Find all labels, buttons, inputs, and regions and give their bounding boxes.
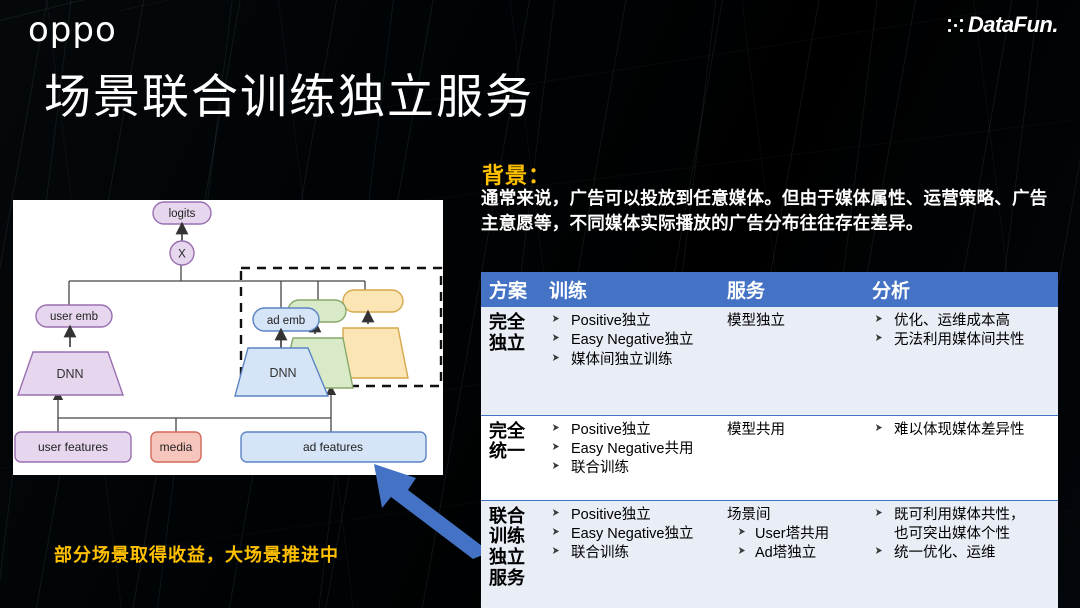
node-user-dnn-label: DNN [56, 367, 83, 381]
cell-service: 场景间 User塔共用 Ad塔独立 [719, 500, 864, 608]
service-text: 模型共用 [727, 421, 785, 438]
cell-service: 模型独立 [719, 307, 864, 416]
table-row: 联合 训练 独立 服务 Positive独立 Easy Negative独立 联… [481, 500, 1058, 608]
list-item: User塔共用 [725, 525, 862, 544]
list-item: 优化、运维成本高 [870, 312, 1056, 331]
cell-training: Positive独立 Easy Negative共用 联合训练 [541, 415, 719, 501]
analysis-bullet-list: 优化、运维成本高 无法利用媒体间共性 [870, 312, 1056, 351]
slide-canvas: oppo DataFun. 场景联合训练独立服务 logits X user e… [0, 0, 1080, 608]
scheme-line: 独立 [489, 332, 525, 353]
cell-training: Positive独立 Easy Negative独立 媒体间独立训练 [541, 307, 719, 416]
list-item: 联合训练 [547, 459, 717, 478]
scheme-line: 服务 [489, 568, 525, 589]
list-item: 媒体间独立训练 [547, 351, 717, 370]
node-logits: logits [152, 201, 212, 225]
training-bullet-list: Positive独立 Easy Negative共用 联合训练 [547, 421, 717, 479]
analysis-bullet-list: 统一优化、运维 [870, 544, 1056, 563]
node-ad-emb-label: ad emb [267, 315, 305, 327]
datafun-logo: DataFun. [947, 12, 1059, 38]
node-multiply-label: X [178, 249, 186, 261]
cell-scheme: 完全 独立 [481, 307, 541, 416]
table-header-scheme: 方案 [481, 272, 541, 307]
node-user-emb: user emb [35, 304, 113, 328]
oppo-logo: oppo [28, 10, 117, 50]
analysis-bullet-list: 既可利用媒体共性， [870, 506, 1056, 525]
node-ad-dnn-label: DNN [269, 366, 296, 380]
scheme-line: 训练 [489, 526, 525, 547]
cell-analysis: 优化、运维成本高 无法利用媒体间共性 [864, 307, 1058, 416]
list-item: 难以体现媒体差异性 [870, 421, 1056, 440]
service-text: 场景间 [727, 506, 771, 523]
node-user-features: user features [14, 431, 132, 463]
table-row: 完全 统一 Positive独立 Easy Negative共用 联合训练 模型… [481, 415, 1058, 501]
list-item: Positive独立 [547, 506, 717, 525]
scheme-line: 统一 [489, 441, 525, 462]
flow-arrow-icon [374, 464, 490, 559]
list-item: Positive独立 [547, 421, 717, 440]
scheme-line: 完全 [489, 312, 525, 332]
decor-streak [120, 0, 629, 11]
model-architecture-diagram: logits X user emb DNN ad emb DNN user fe… [13, 200, 443, 475]
cell-analysis: 既可利用媒体共性， 也可突出媒体个性 统一优化、运维 [864, 500, 1058, 608]
node-logits-label: logits [169, 208, 196, 220]
scheme-line: 联合 [489, 505, 525, 526]
scheme-line: 完全 [489, 420, 525, 441]
service-bullet-list: User塔共用 Ad塔独立 [725, 525, 862, 564]
table-row: 完全 独立 Positive独立 Easy Negative独立 媒体间独立训练… [481, 307, 1058, 416]
table-header-training: 训练 [541, 272, 719, 307]
node-user-emb-label: user emb [50, 311, 98, 323]
service-text: 模型独立 [727, 313, 785, 329]
list-item: 无法利用媒体间共性 [870, 331, 1056, 350]
datafun-logo-text: DataFun. [967, 12, 1059, 37]
list-item: Easy Negative独立 [547, 331, 717, 350]
list-item: Easy Negative共用 [547, 440, 717, 459]
table-header-service: 服务 [719, 272, 864, 307]
node-media: media [150, 431, 202, 463]
page-title: 场景联合训练独立服务 [44, 70, 534, 123]
background-body: 通常来说，广告可以投放到任意媒体。但由于媒体属性、运营策略、广告主意愿等，不同媒… [481, 188, 1048, 233]
node-user-dnn: DNN [17, 351, 124, 396]
list-item: Positive独立 [547, 312, 717, 331]
list-item: Easy Negative独立 [547, 525, 717, 544]
cell-scheme: 完全 统一 [481, 415, 541, 501]
list-item: 联合训练 [547, 544, 717, 563]
bottom-note: 部分场景取得收益，大场景推进中 [54, 545, 339, 565]
scheme-line: 独立 [489, 547, 525, 568]
analysis-continuation: 也可突出媒体个性 [894, 525, 1010, 542]
table-header-analysis: 分析 [864, 272, 1058, 307]
node-media-label: media [160, 440, 193, 454]
node-user-features-label: user features [38, 440, 108, 454]
cell-scheme: 联合 训练 独立 服务 [481, 500, 541, 608]
comparison-table: 方案 训练 服务 分析 完全 独立 Positive独立 Easy Negati… [481, 272, 1058, 608]
node-ad-emb: ad emb [252, 307, 320, 332]
node-ad-features-label: ad features [303, 440, 363, 454]
training-bullet-list: Positive独立 Easy Negative独立 媒体间独立训练 [547, 312, 717, 370]
node-ad-tower-yellow [342, 289, 409, 379]
table-header-row: 方案 训练 服务 分析 [481, 272, 1058, 307]
cell-training: Positive独立 Easy Negative独立 联合训练 [541, 500, 719, 608]
list-item: 既可利用媒体共性， [870, 506, 1056, 525]
node-multiply: X [169, 240, 195, 266]
training-bullet-list: Positive独立 Easy Negative独立 联合训练 [547, 506, 717, 564]
cell-service: 模型共用 [719, 415, 864, 501]
list-item: Ad塔独立 [725, 544, 862, 563]
list-item: 统一优化、运维 [870, 544, 1056, 563]
analysis-bullet-list: 难以体现媒体差异性 [870, 421, 1056, 440]
cell-analysis: 难以体现媒体差异性 [864, 415, 1058, 501]
datafun-dots-icon [947, 18, 964, 32]
